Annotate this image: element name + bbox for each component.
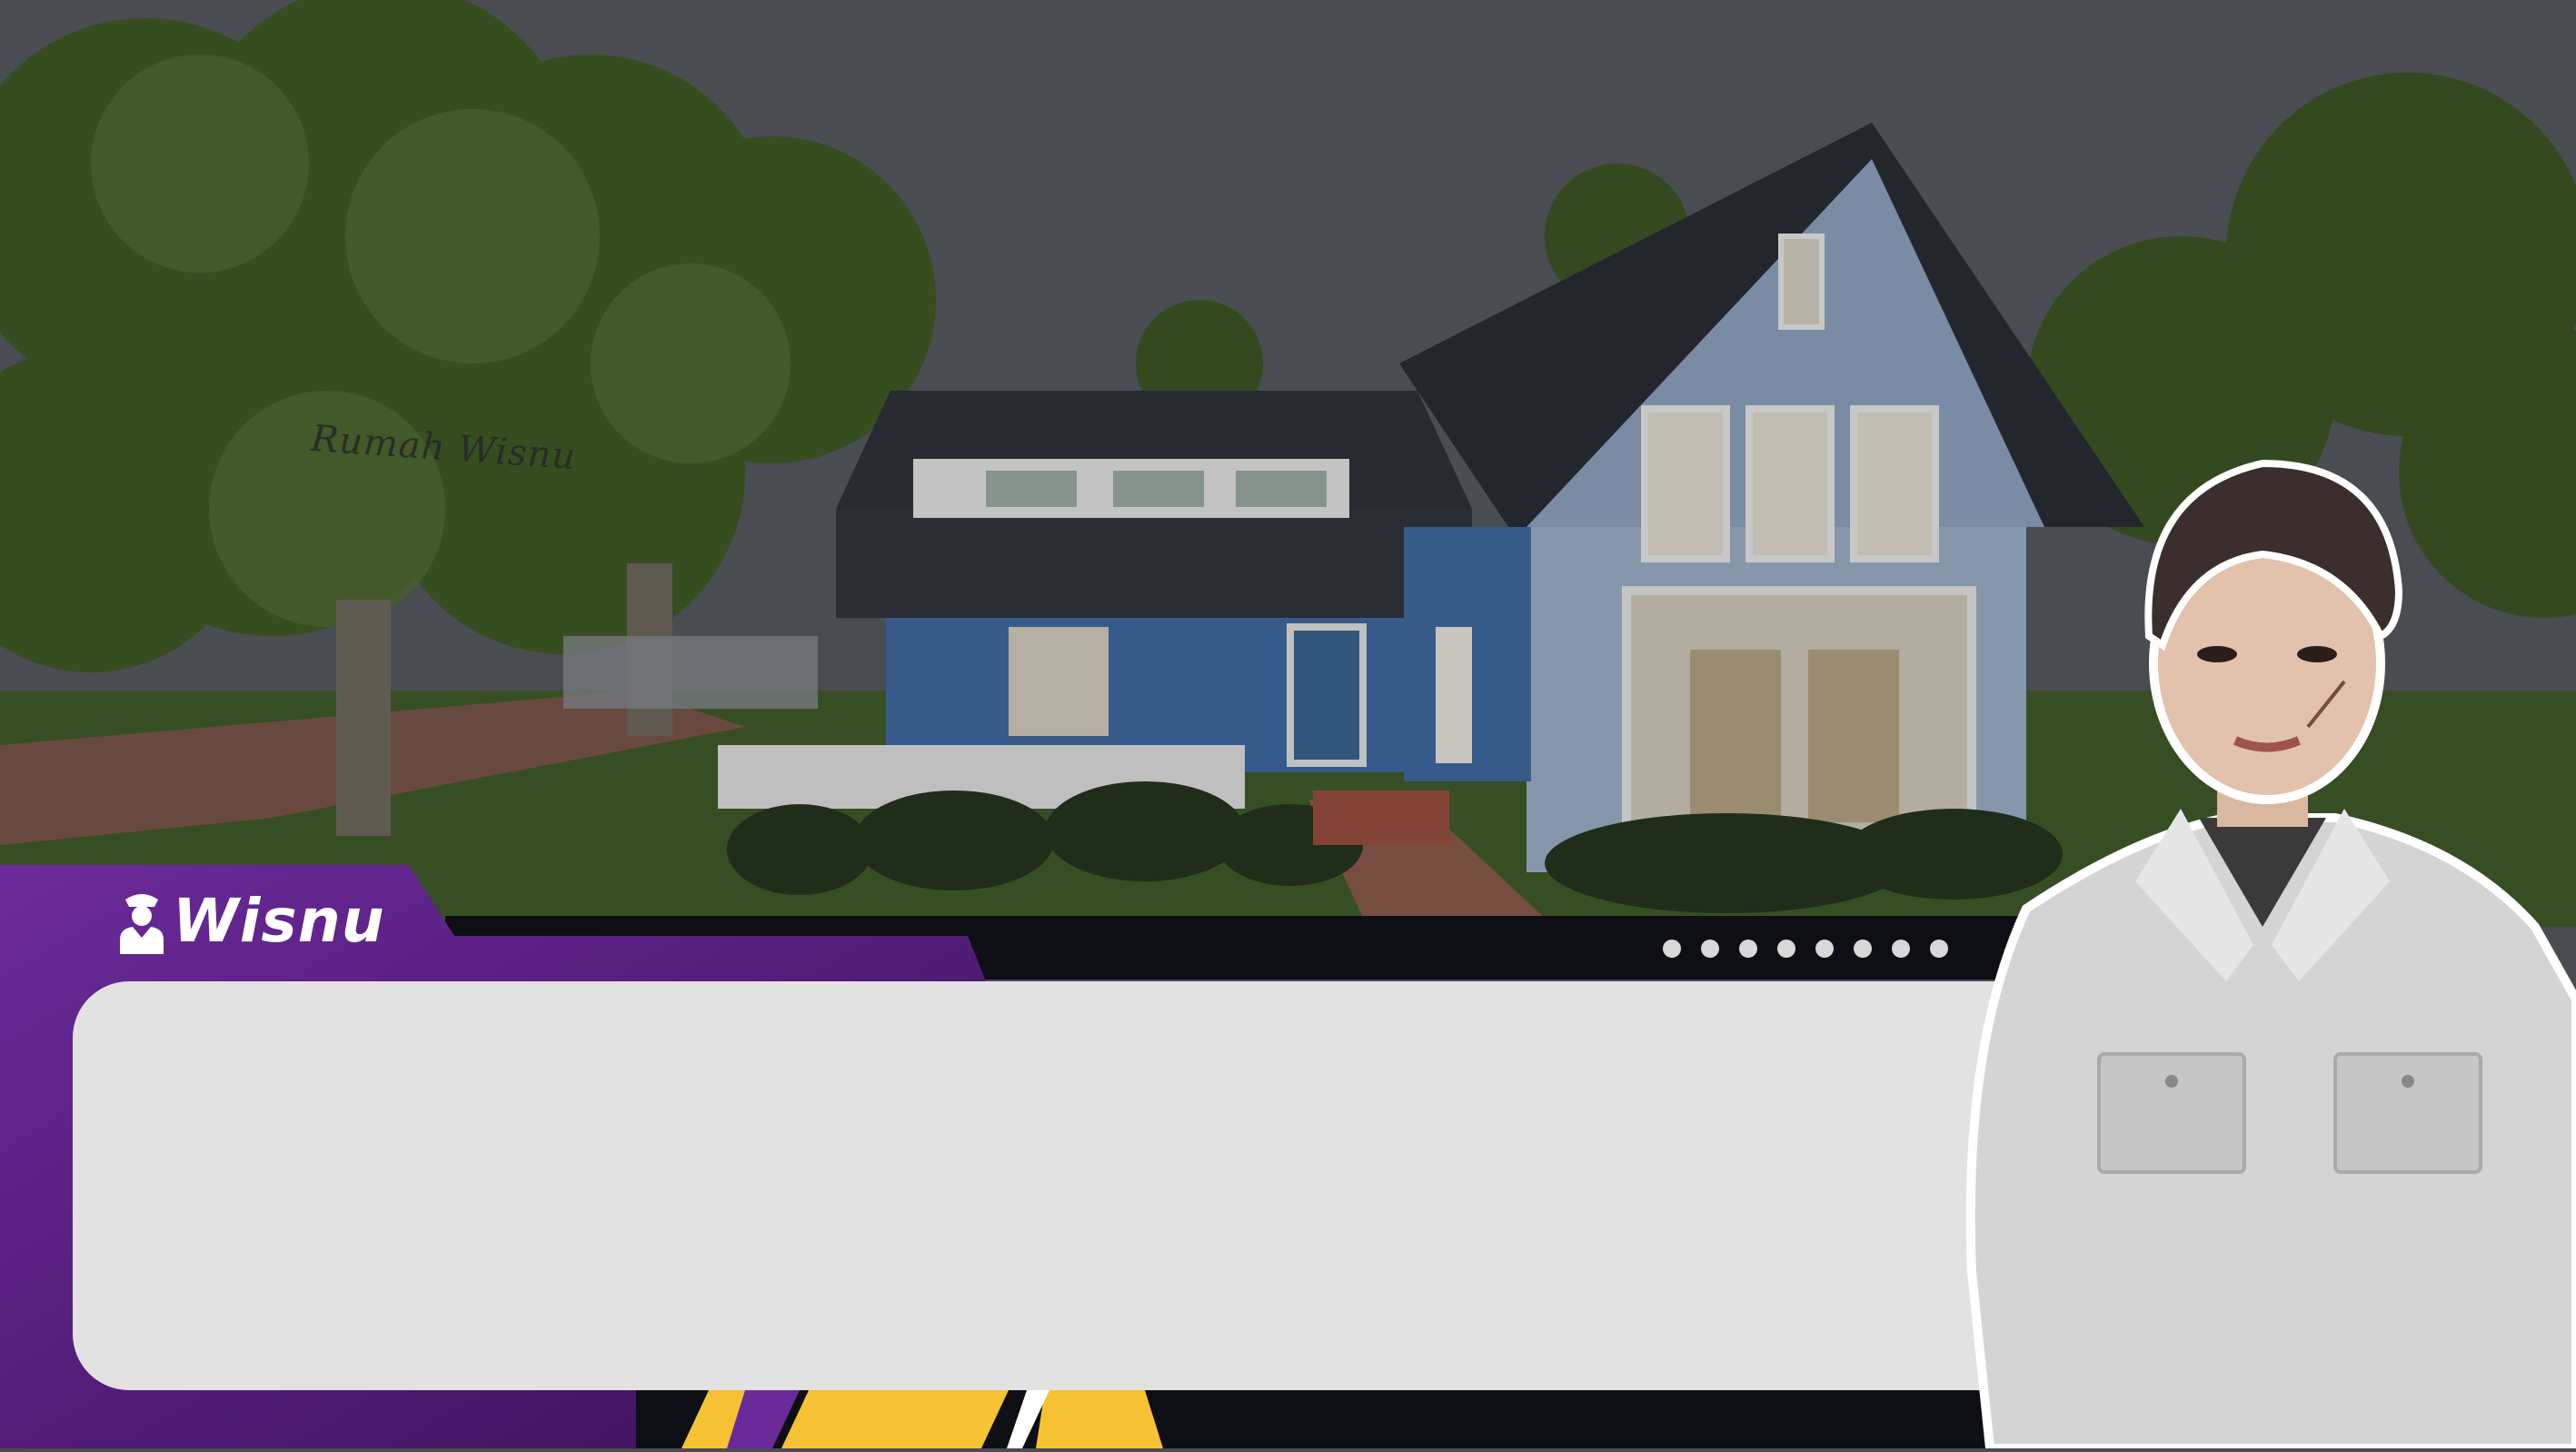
page-indicator-dots xyxy=(1663,940,1948,958)
page-dot xyxy=(1739,940,1757,958)
speaker-name: Wisnu xyxy=(173,886,385,956)
page-dot xyxy=(1663,940,1681,958)
page-dot xyxy=(1701,940,1719,958)
officer-icon xyxy=(116,889,167,954)
page-dot xyxy=(1815,940,1834,958)
page-dot xyxy=(1777,940,1795,958)
page-dot xyxy=(1892,940,1910,958)
page-dot xyxy=(1930,940,1948,958)
page-dot xyxy=(1854,940,1872,958)
character-portrait xyxy=(1954,454,2576,1452)
dialog-box[interactable] xyxy=(73,981,2117,1390)
